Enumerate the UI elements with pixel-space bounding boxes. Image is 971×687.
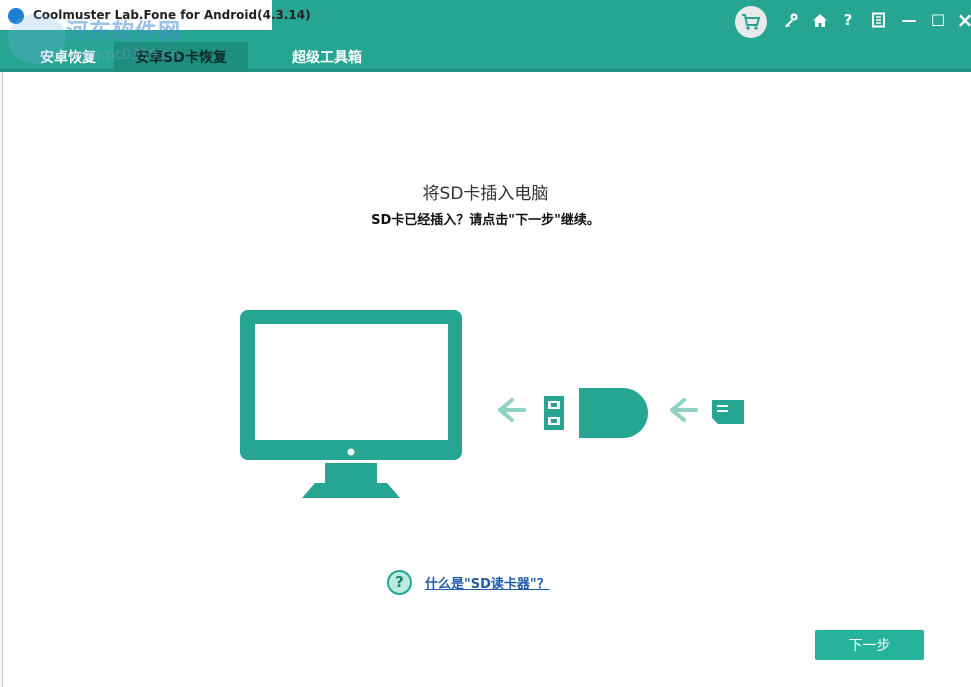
card-reader-icon	[544, 388, 648, 438]
help-button[interactable]: ?	[836, 8, 860, 32]
tab-super-toolkit[interactable]: 超级工具箱	[268, 42, 386, 72]
feedback-button[interactable]	[867, 8, 891, 32]
document-icon	[872, 12, 885, 28]
minimize-button[interactable]: —	[897, 8, 921, 32]
shopping-cart-button[interactable]	[735, 6, 767, 38]
left-window-edge	[0, 0, 3, 687]
sd-reader-help-link[interactable]: 什么是"SD读卡器"？	[425, 573, 550, 592]
window-title: Coolmuster Lab.Fone for Android(4.3.14)	[33, 8, 311, 22]
sd-reader-help[interactable]: ? 什么是"SD读卡器"？	[387, 569, 550, 595]
title-box: Coolmuster Lab.Fone for Android(4.3.14)	[0, 0, 311, 30]
arrow-left-icon	[498, 398, 526, 422]
register-button[interactable]	[779, 8, 803, 32]
title-bar: Coolmuster Lab.Fone for Android(4.3.14) …	[0, 0, 971, 42]
tab-sd-card-recovery[interactable]: 安卓SD卡恢复	[114, 42, 248, 72]
tab-bar: 安卓恢复 安卓SD卡恢复 超级工具箱	[0, 42, 971, 72]
close-button[interactable]: ×	[953, 8, 971, 32]
arrow-left-icon	[670, 398, 698, 422]
sd-card-illustration	[240, 310, 744, 498]
shopping-cart-icon	[742, 14, 761, 30]
monitor-icon	[240, 310, 462, 498]
question-icon: ?	[387, 569, 412, 595]
key-icon	[785, 13, 798, 28]
sd-card-icon	[712, 400, 744, 424]
next-button[interactable]: 下一步	[815, 630, 924, 660]
maximize-button[interactable]: ☐	[926, 8, 950, 32]
tab-android-recovery[interactable]: 安卓恢复	[22, 42, 114, 72]
page-heading: 将SD卡插入电脑	[422, 184, 549, 204]
home-icon	[813, 13, 827, 27]
app-logo-icon	[8, 8, 24, 24]
home-button[interactable]	[808, 8, 832, 32]
page-instructions: SD卡已经插入？请点击"下一步"继续。	[371, 213, 600, 228]
